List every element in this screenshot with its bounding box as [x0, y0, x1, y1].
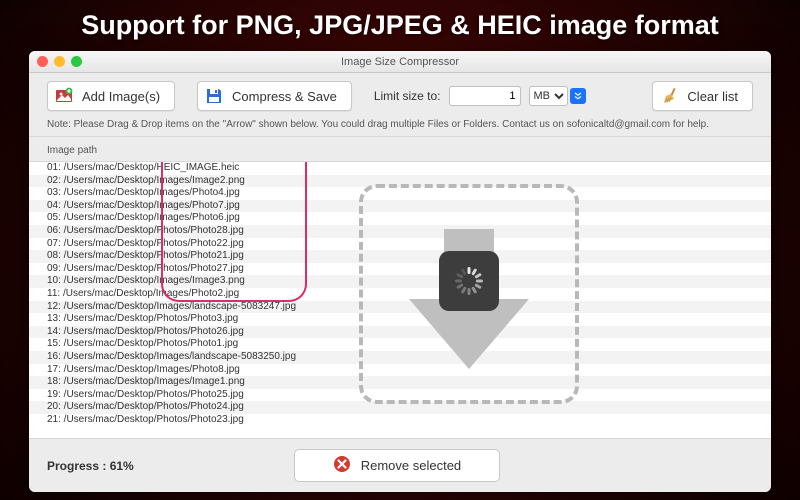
footer: Progress : 61% Remove selected	[29, 438, 771, 492]
limit-size-group: Limit size to: MB	[374, 86, 568, 106]
maximize-icon[interactable]	[71, 56, 82, 67]
progress-label: Progress : 61%	[47, 459, 134, 473]
broom-icon	[659, 86, 679, 106]
add-images-label: Add Image(s)	[82, 89, 160, 104]
add-images-button[interactable]: Add Image(s)	[47, 81, 175, 111]
hero-headline: Support for PNG, JPG/JPEG & HEIC image f…	[0, 0, 800, 51]
limit-size-label: Limit size to:	[374, 89, 441, 103]
chevron-down-icon[interactable]	[570, 88, 586, 104]
compress-save-button[interactable]: Compress & Save	[197, 81, 352, 111]
table-row[interactable]: 01: /Users/mac/Desktop/HEIC_IMAGE.heic	[29, 162, 771, 175]
remove-selected-button[interactable]: Remove selected	[294, 449, 500, 482]
remove-icon	[333, 455, 351, 476]
clear-list-button[interactable]: Clear list	[652, 81, 753, 111]
clear-list-label: Clear list	[687, 89, 738, 104]
remove-selected-label: Remove selected	[361, 458, 461, 473]
close-icon[interactable]	[37, 56, 48, 67]
table-header: Image path	[29, 136, 771, 162]
limit-unit-select[interactable]: MB	[529, 86, 568, 106]
loading-spinner-icon	[439, 251, 499, 311]
compress-save-label: Compress & Save	[232, 89, 337, 104]
content-area: 01: /Users/mac/Desktop/HEIC_IMAGE.heic02…	[29, 162, 771, 438]
column-header-image-path: Image path	[47, 145, 97, 156]
table-row[interactable]: 21: /Users/mac/Desktop/Photos/Photo23.jp…	[29, 414, 771, 427]
window-title: Image Size Compressor	[29, 51, 771, 73]
minimize-icon[interactable]	[54, 56, 65, 67]
save-icon	[204, 86, 224, 106]
add-image-icon	[54, 86, 74, 106]
hint-text: Note: Please Drag & Drop items on the "A…	[29, 119, 771, 136]
limit-size-input[interactable]	[449, 86, 521, 106]
toolbar: Add Image(s) Compress & Save Limit size …	[29, 73, 771, 119]
app-window: Image Size Compressor Add Image(s) Compr…	[29, 51, 771, 492]
window-titlebar: Image Size Compressor	[29, 51, 771, 73]
drop-zone[interactable]	[359, 184, 579, 404]
